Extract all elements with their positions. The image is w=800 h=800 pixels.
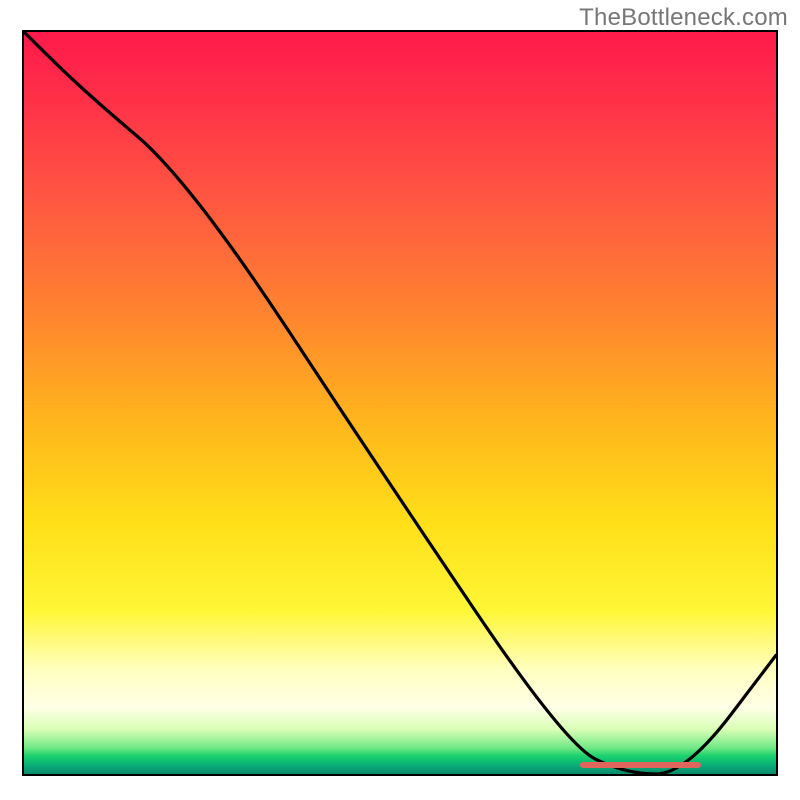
- watermark-text: TheBottleneck.com: [579, 4, 788, 32]
- valley-marker: [580, 762, 700, 768]
- plot-area: [22, 30, 778, 776]
- chart-container: TheBottleneck.com: [0, 0, 800, 800]
- bottleneck-curve: [24, 32, 776, 774]
